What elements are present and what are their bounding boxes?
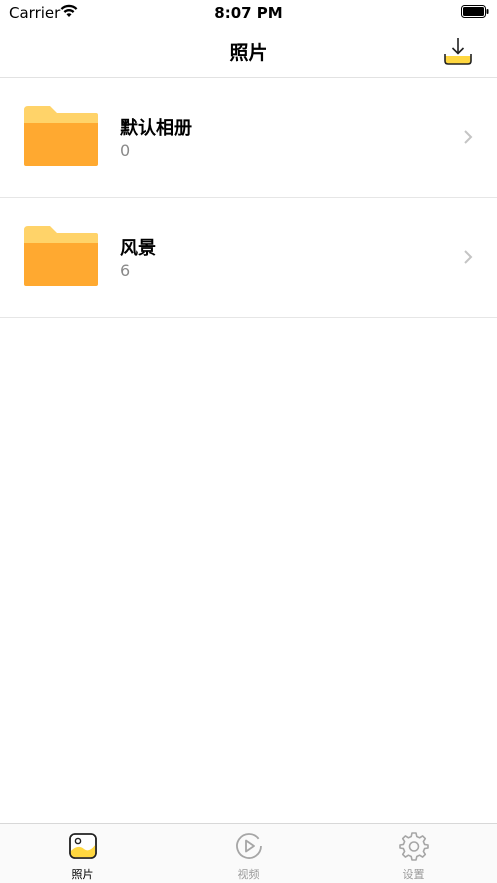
tab-label: 照片 [71, 868, 94, 881]
status-bar: Carrier 8:07 PM [0, 0, 497, 28]
album-row-scenery[interactable]: 风景 6 [0, 198, 497, 318]
battery-icon [461, 5, 489, 18]
navigation-bar: 照片 [0, 28, 497, 78]
download-icon[interactable] [443, 36, 473, 66]
play-icon [235, 833, 262, 859]
gear-icon [398, 832, 429, 861]
photo-icon [68, 833, 97, 859]
album-name: 风景 [120, 238, 156, 259]
tab-label: 视频 [237, 868, 260, 881]
tab-settings[interactable]: 设置 [331, 824, 496, 883]
folder-icon [24, 226, 98, 286]
tab-bar: 照片 视频 设置 [0, 823, 497, 883]
chevron-right-icon [464, 250, 473, 264]
album-list: 默认相册 0 风景 6 [0, 78, 497, 318]
status-time: 8:07 PM [214, 4, 283, 22]
page-title: 照片 [229, 42, 268, 64]
album-count: 6 [120, 261, 131, 280]
tab-photos[interactable]: 照片 [0, 824, 165, 883]
folder-icon [24, 106, 98, 166]
album-name: 默认相册 [120, 118, 192, 139]
album-row-default[interactable]: 默认相册 0 [0, 78, 497, 198]
chevron-right-icon [464, 130, 473, 144]
tab-label: 设置 [402, 868, 425, 881]
tab-videos[interactable]: 视频 [166, 824, 331, 883]
album-count: 0 [120, 141, 131, 160]
